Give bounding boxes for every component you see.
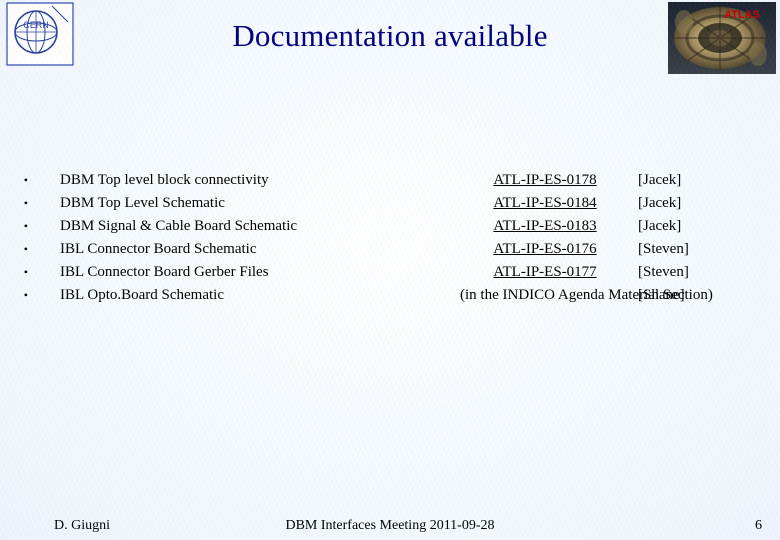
footer-page-number: 6 — [755, 518, 762, 533]
bullet-icon: • — [23, 219, 28, 233]
document-owner: [Steven] — [638, 264, 689, 280]
document-id-link[interactable]: ATL-IP-ES-0176 — [460, 241, 630, 258]
document-owner: [Jacek] — [638, 172, 682, 188]
list-item: • IBL Connector Board Schematic ATL-IP-E… — [0, 241, 780, 264]
document-id-link[interactable]: ATL-IP-ES-0183 — [460, 218, 630, 235]
list-item-label: DBM Signal & Cable Board Schematic — [60, 218, 298, 234]
document-id-link[interactable]: ATL-IP-ES-0184 — [460, 195, 630, 212]
document-owner: [Steven] — [638, 241, 689, 257]
page-title: Documentation available — [232, 18, 548, 53]
slide: CERN ATLAS Documentation available • DBM… — [0, 0, 780, 540]
list-item: • DBM Top level block connectivity ATL-I… — [0, 172, 780, 195]
list-item-label: IBL Connector Board Gerber Files — [60, 264, 269, 280]
document-owner: [Shane] — [638, 287, 685, 303]
bullet-icon: • — [23, 173, 28, 187]
document-id-link[interactable]: ATL-IP-ES-0178 — [460, 172, 630, 189]
list-item-label: IBL Connector Board Schematic — [60, 241, 257, 257]
list-item: • DBM Top Level Schematic ATL-IP-ES-0184… — [0, 195, 780, 218]
document-location-note: (in the INDICO Agenda Material Section) — [460, 287, 713, 303]
document-id-link[interactable]: ATL-IP-ES-0177 — [460, 264, 630, 281]
bullet-icon: • — [23, 242, 28, 256]
slide-footer: D. Giugni DBM Interfaces Meeting 2011-09… — [0, 518, 780, 540]
list-item-label: DBM Top Level Schematic — [60, 195, 225, 211]
bullet-icon: • — [23, 265, 28, 279]
list-item: • IBL Opto.Board Schematic (in the INDIC… — [0, 287, 780, 310]
documentation-list: • DBM Top level block connectivity ATL-I… — [0, 172, 780, 310]
bullet-icon: • — [23, 196, 28, 210]
document-owner: [Jacek] — [638, 218, 682, 234]
document-owner: [Jacek] — [638, 195, 682, 211]
list-item: • IBL Connector Board Gerber Files ATL-I… — [0, 264, 780, 287]
bullet-icon: • — [23, 288, 28, 302]
list-item-label: DBM Top level block connectivity — [60, 172, 269, 188]
list-item: • DBM Signal & Cable Board Schematic ATL… — [0, 218, 780, 241]
list-item-label: IBL Opto.Board Schematic — [60, 287, 224, 303]
footer-meeting: DBM Interfaces Meeting 2011-09-28 — [285, 518, 495, 533]
